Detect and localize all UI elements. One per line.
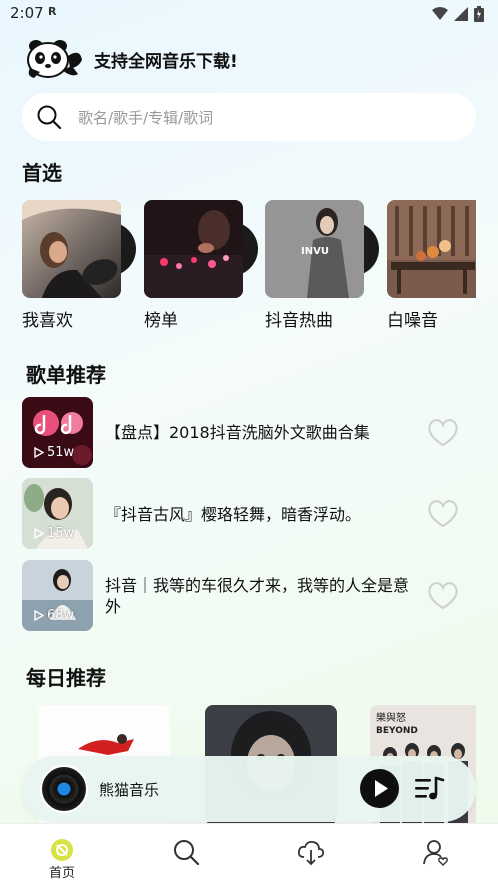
player-title: 熊猫音乐 bbox=[99, 781, 160, 799]
play-count-value: 15w bbox=[47, 526, 75, 541]
play-icon bbox=[375, 780, 388, 797]
search-icon bbox=[37, 105, 62, 130]
tab-download[interactable] bbox=[271, 824, 351, 885]
playlist-row[interactable]: 68w 抖音｜我等的车很久才来，我等的人全是意外 bbox=[22, 560, 482, 632]
car-driver-photo bbox=[22, 200, 121, 298]
download-icon bbox=[297, 840, 325, 866]
section-title-daily: 每日推荐 bbox=[26, 666, 106, 690]
playlist-row[interactable]: 51w 【盘点】2018抖音洗脑外文歌曲合集 bbox=[22, 397, 482, 469]
tab-home-label: 首页 bbox=[48, 866, 75, 881]
featured-label: 榜单 bbox=[144, 311, 178, 331]
tab-search[interactable] bbox=[146, 824, 226, 885]
album-text-top: 樂與怒 bbox=[376, 711, 406, 724]
svg-text:INVU: INVU bbox=[301, 246, 329, 257]
player-disc-icon bbox=[40, 765, 88, 813]
mini-player[interactable]: 熊猫音乐 bbox=[22, 756, 476, 822]
wifi-icon bbox=[432, 7, 448, 20]
play-button[interactable] bbox=[360, 769, 399, 808]
play-small-icon bbox=[34, 528, 44, 539]
play-small-icon bbox=[34, 447, 44, 458]
heart-icon[interactable] bbox=[426, 578, 460, 612]
play-count: 51w bbox=[34, 445, 74, 460]
bottom-tab-bar: 首页 bbox=[0, 823, 498, 885]
featured-label: 我喜欢 bbox=[22, 311, 73, 331]
status-icons bbox=[432, 6, 484, 22]
section-title-featured: 首选 bbox=[22, 161, 62, 185]
brand-header: 支持全网音乐下载! bbox=[22, 38, 238, 80]
playlist-cover: 68w bbox=[22, 560, 93, 631]
heart-icon[interactable] bbox=[426, 415, 460, 449]
status-indicator: R bbox=[48, 5, 57, 18]
featured-label: 白噪音 bbox=[387, 311, 438, 331]
search-bar[interactable]: 歌名/歌手/专辑/歌词 bbox=[22, 93, 476, 141]
play-count: 15w bbox=[34, 526, 74, 541]
playlist-title: 【盘点】2018抖音洗脑外文歌曲合集 bbox=[105, 423, 370, 442]
playlist-title: 抖音｜我等的车很久才来，我等的人全是意外 bbox=[105, 576, 410, 616]
playlist-cover: 51w bbox=[22, 397, 93, 468]
playlist-icon[interactable] bbox=[413, 774, 445, 804]
battery-icon bbox=[474, 6, 484, 22]
search-icon bbox=[174, 840, 200, 866]
playlist-row[interactable]: 15w 『抖音古风』樱珞轻舞，暗香浮动。 bbox=[22, 478, 482, 550]
featured-label: 抖音热曲 bbox=[265, 311, 333, 331]
dj-mixer-photo bbox=[144, 200, 243, 298]
panda-logo-icon bbox=[27, 40, 82, 78]
section-title-playlists: 歌单推荐 bbox=[26, 363, 106, 387]
profile-icon bbox=[423, 840, 448, 866]
bench-toys-photo bbox=[387, 200, 476, 298]
play-count-value: 68w bbox=[47, 608, 75, 623]
heart-icon[interactable] bbox=[426, 496, 460, 530]
playlist-cover: 15w bbox=[22, 478, 93, 549]
brand-title: 支持全网音乐下载! bbox=[94, 51, 238, 72]
status-time: 2:07 bbox=[10, 4, 44, 22]
invu-woman-photo: INVU bbox=[265, 200, 364, 298]
signal-icon bbox=[454, 7, 468, 21]
play-count-value: 51w bbox=[47, 445, 75, 460]
play-small-icon bbox=[34, 610, 44, 621]
album-text-bottom: BEYOND bbox=[376, 726, 418, 736]
tab-home[interactable]: 首页 bbox=[22, 824, 102, 885]
play-count: 68w bbox=[34, 608, 74, 623]
tab-profile[interactable] bbox=[396, 824, 476, 885]
playlist-title: 『抖音古风』樱珞轻舞，暗香浮动。 bbox=[105, 505, 362, 524]
status-bar: 2:07 R bbox=[0, 0, 498, 30]
search-placeholder: 歌名/歌手/专辑/歌词 bbox=[78, 108, 214, 127]
